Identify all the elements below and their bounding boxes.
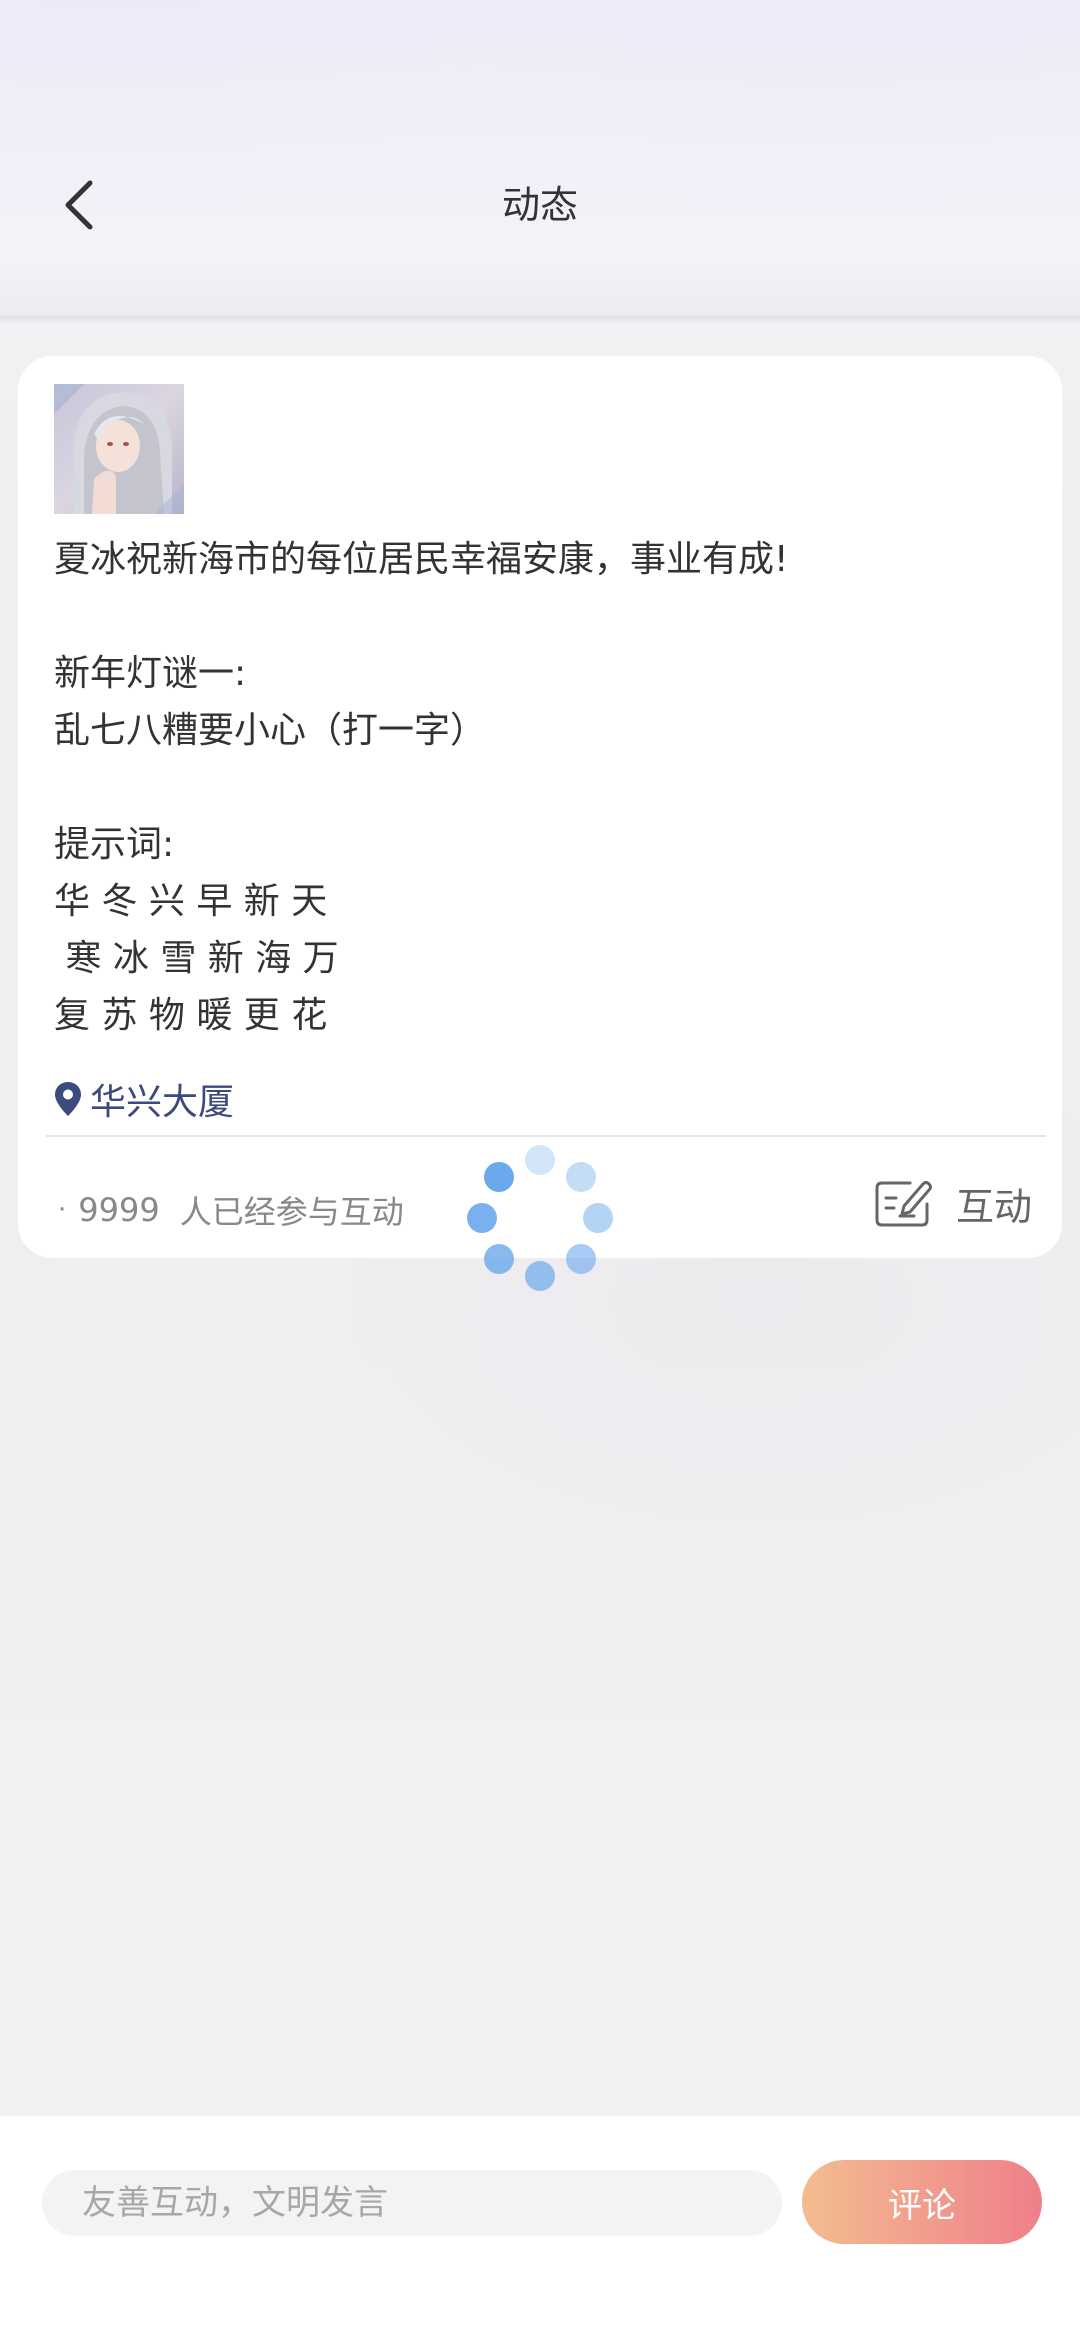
participants-info: · 9999 人已经参与互动: [58, 1182, 404, 1238]
interact-label: 互动: [955, 1184, 1032, 1229]
comment-bar: 评论: [0, 2116, 1080, 2344]
avatar[interactable]: [54, 384, 184, 514]
interact-button[interactable]: 互动: [874, 1168, 1032, 1238]
post-line: 寒 冰 雪 新 海 万: [54, 938, 339, 979]
post-line: 华 冬 兴 早 新 天: [54, 881, 328, 922]
post-line: 夏冰祝新海市的每位居民幸福安康，事业有成!: [54, 539, 789, 580]
map-pin-icon: [55, 1082, 81, 1116]
participants-text: 人已经参与互动: [179, 1193, 404, 1231]
comment-submit-button[interactable]: 评论: [802, 2160, 1042, 2244]
post-line: 复 苏 物 暖 更 花: [54, 995, 328, 1036]
post-line: [54, 759, 1014, 816]
post-content: 夏冰祝新海市的每位居民幸福安康，事业有成! 新年灯谜一: 乱七八糟要小心（打一字…: [54, 531, 1014, 1044]
header-divider: [0, 316, 1080, 324]
location-tag[interactable]: 华兴大厦: [54, 1074, 234, 1124]
edit-note-icon: [875, 1181, 932, 1227]
page-title: 动态: [501, 183, 578, 227]
participants-count: 9999: [78, 1191, 160, 1229]
loading-spinner-icon: [467, 1145, 613, 1291]
header-bar: 动态: [0, 0, 1080, 316]
divider: [46, 1135, 1046, 1137]
post-card: 夏冰祝新海市的每位居民幸福安康，事业有成! 新年灯谜一: 乱七八糟要小心（打一字…: [18, 356, 1062, 1258]
location-label: 华兴大厦: [90, 1082, 235, 1123]
bullet-dot: ·: [58, 1195, 67, 1225]
post-line: 提示词:: [54, 824, 175, 865]
avatar-image: [54, 384, 184, 514]
post-line: 乱七八糟要小心（打一字）: [54, 710, 487, 751]
post-line: 新年灯谜一:: [54, 653, 247, 694]
comment-input[interactable]: [42, 2170, 782, 2236]
post-line: [54, 588, 1014, 645]
